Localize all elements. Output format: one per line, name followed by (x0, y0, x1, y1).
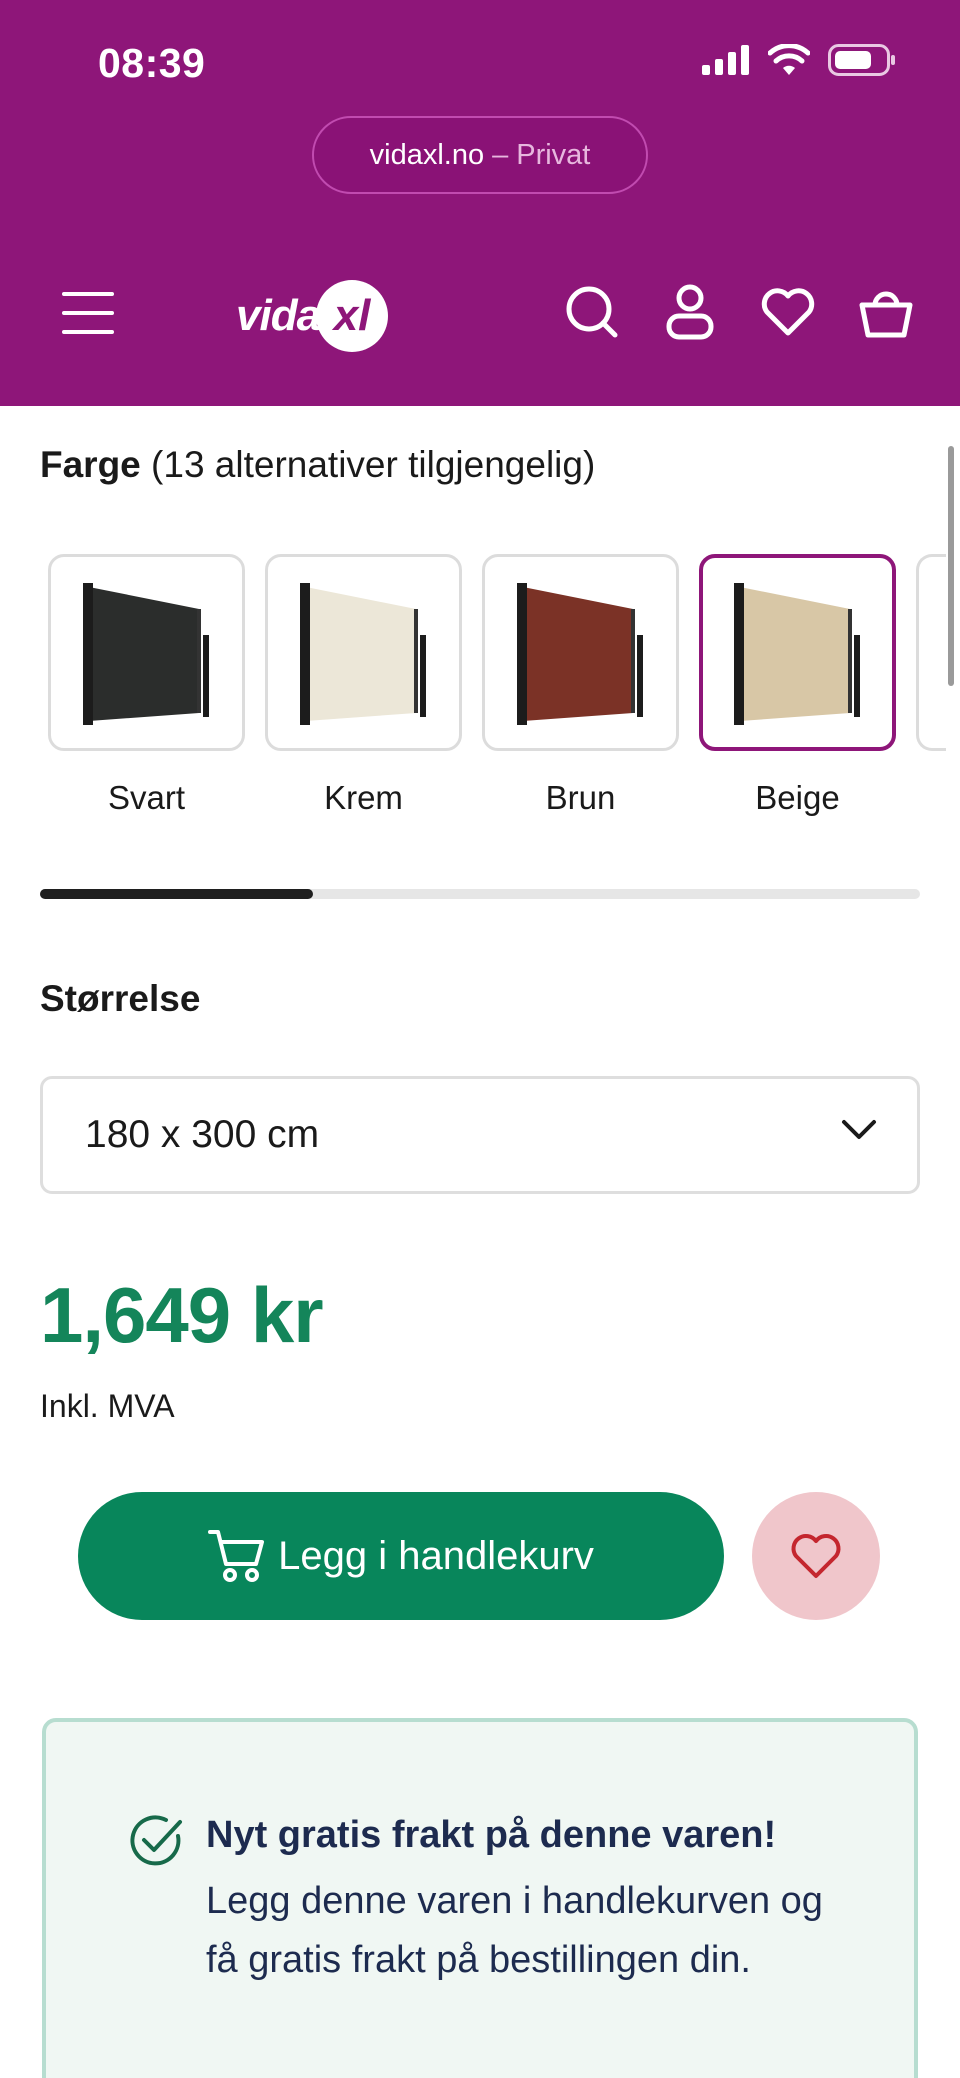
free-shipping-title: Nyt gratis frakt på denne varen! (206, 1814, 777, 1856)
color-swatch-brun[interactable]: Brun (482, 554, 679, 817)
color-swatch-krem[interactable]: Krem (265, 554, 462, 817)
product-price: 1,649 kr (40, 1271, 324, 1359)
swatch-carousel-progress-fill (40, 889, 313, 899)
color-swatch-image (48, 554, 245, 751)
color-swatch-label: Brun (545, 779, 616, 816)
battery-icon (828, 44, 895, 76)
free-shipping-text: Legg denne varen i handlekurven og få gr… (206, 1880, 823, 1981)
color-swatch-label: Krem (324, 779, 403, 816)
wifi-icon (768, 44, 810, 75)
address-bar[interactable]: vidaxl.no – Privat (312, 116, 648, 194)
color-swatch-image (699, 554, 896, 751)
color-swatch-image (482, 554, 679, 751)
heart-icon (791, 1534, 841, 1578)
chevron-down-icon (842, 1120, 876, 1139)
vidaxl-logo[interactable]: vida xl (236, 276, 389, 356)
add-to-cart-label: Legg i handlekurv (278, 1533, 594, 1578)
status-icons (702, 44, 896, 76)
vat-note: Inkl. MVA (40, 1388, 175, 1424)
logo-text: vida (236, 291, 321, 340)
signal-icon (702, 45, 749, 75)
main-nav: vida xl (0, 270, 960, 360)
address-separator: – (492, 138, 509, 171)
menu-icon[interactable] (62, 292, 114, 334)
color-swatch-beige[interactable]: Beige (699, 554, 896, 817)
color-label: Farge (40, 444, 141, 485)
basket-icon[interactable] (858, 284, 914, 340)
check-circle-icon (130, 1815, 182, 1866)
page-scrollbar[interactable] (948, 446, 954, 686)
size-selected-value: 180 x 300 cm (85, 1113, 320, 1156)
account-icon[interactable] (662, 284, 718, 340)
status-time: 08:39 (98, 40, 206, 86)
swatch-carousel-progress (40, 889, 920, 899)
wishlist-icon[interactable] (760, 284, 816, 340)
add-to-wishlist-button[interactable] (752, 1492, 880, 1620)
color-count: (13 alternativer tilgjengelig) (151, 444, 596, 485)
cart-icon (208, 1530, 265, 1582)
free-shipping-notice: Nyt gratis frakt på denne varen! Legg de… (42, 1718, 918, 2078)
add-to-cart-button[interactable]: Legg i handlekurv (78, 1492, 724, 1620)
size-select[interactable]: 180 x 300 cm (40, 1076, 920, 1194)
color-swatch-list: Svart Krem Brun Beige (48, 554, 896, 817)
color-swatch-label: Svart (107, 779, 186, 816)
color-swatch-svart[interactable]: Svart (48, 554, 245, 817)
private-mode-label: Privat (516, 138, 591, 171)
color-swatch-label: Beige (755, 779, 840, 816)
address-url: vidaxl.no (369, 138, 485, 171)
site-header: 08:39 vidaxl.no – Privat vida xl (0, 0, 960, 406)
color-swatch-partial[interactable] (916, 554, 946, 751)
size-heading: Størrelse (40, 978, 201, 1019)
search-icon[interactable] (564, 284, 620, 340)
color-heading: Farge (13 alternativer tilgjengelig) (40, 444, 595, 486)
color-swatch-image (265, 554, 462, 751)
logo-badge: xl (316, 280, 389, 352)
